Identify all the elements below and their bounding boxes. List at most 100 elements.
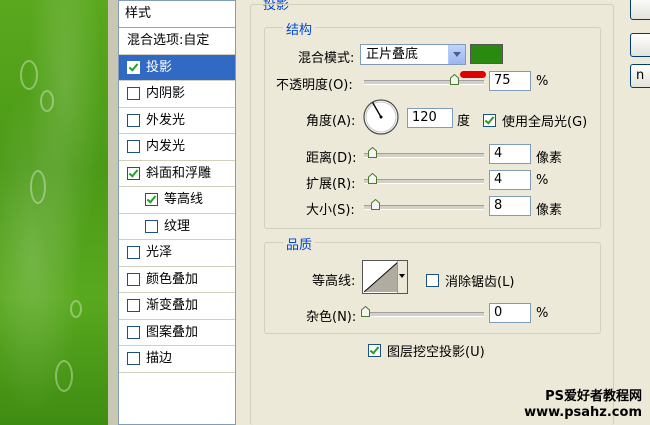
noise-input[interactable]: 0 bbox=[489, 303, 531, 323]
checkbox-icon[interactable] bbox=[127, 352, 140, 366]
canvas-texture bbox=[20, 60, 38, 90]
style-item[interactable]: 渐变叠加 bbox=[119, 293, 235, 320]
spread-slider[interactable] bbox=[364, 179, 484, 184]
size-slider-thumb[interactable] bbox=[371, 199, 380, 210]
ok-button[interactable] bbox=[630, 0, 650, 20]
opacity-slider[interactable] bbox=[364, 80, 484, 85]
watermark-line-2: www.psahz.com bbox=[524, 405, 642, 420]
size-input[interactable]: 8 bbox=[489, 196, 531, 216]
style-item[interactable]: 描边 bbox=[119, 346, 235, 373]
antialias-checkbox[interactable]: 消除锯齿(L) bbox=[426, 271, 514, 290]
styles-header[interactable]: 样式 bbox=[119, 1, 235, 28]
style-item[interactable]: 斜面和浮雕 bbox=[119, 161, 235, 187]
knockout-checkbox[interactable]: 图层挖空投影(U) bbox=[368, 341, 485, 360]
angle-unit: 度 bbox=[457, 114, 471, 129]
watermark: PS爱好者教程网 www.psahz.com bbox=[524, 389, 642, 421]
knockout-label: 图层挖空投影(U) bbox=[387, 345, 485, 360]
new-style-button-text: n bbox=[636, 68, 645, 83]
size-label: 大小(S): bbox=[306, 203, 355, 218]
spread-input[interactable]: 4 bbox=[489, 170, 531, 190]
distance-slider[interactable] bbox=[364, 153, 484, 158]
annotation-marker bbox=[460, 71, 486, 78]
style-item[interactable]: 纹理 bbox=[119, 214, 235, 240]
style-item-label: 光泽 bbox=[146, 245, 173, 261]
style-item-label: 颜色叠加 bbox=[146, 271, 199, 287]
chevron-down-icon[interactable] bbox=[448, 45, 465, 64]
opacity-input[interactable]: 75 bbox=[489, 71, 531, 91]
noise-slider-thumb[interactable] bbox=[361, 306, 370, 317]
watermark-line-1: PS爱好者教程网 bbox=[545, 389, 642, 404]
distance-unit: 像素 bbox=[536, 151, 563, 166]
checkbox-icon[interactable] bbox=[127, 140, 140, 154]
spread-label: 扩展(R): bbox=[306, 177, 356, 192]
style-item[interactable]: 外发光 bbox=[119, 108, 235, 134]
blend-mode-value: 正片叠底 bbox=[366, 47, 419, 62]
style-item[interactable]: 内阴影 bbox=[119, 81, 235, 108]
contour-preview-icon bbox=[364, 262, 398, 292]
cancel-button[interactable] bbox=[630, 33, 650, 57]
style-item-label: 内发光 bbox=[146, 139, 186, 155]
checkbox-icon[interactable] bbox=[368, 344, 381, 357]
checkbox-icon[interactable] bbox=[127, 246, 140, 260]
checkbox-icon[interactable] bbox=[127, 272, 140, 286]
checkbox-icon[interactable] bbox=[127, 299, 140, 313]
drop-shadow-panel: 投影 结构 混合模式: 正片叠底 不透明度(O): 75 % 角度(A): 12… bbox=[236, 0, 614, 425]
opacity-unit: % bbox=[536, 74, 549, 89]
style-item[interactable]: 颜色叠加 bbox=[119, 267, 235, 293]
checkbox-icon[interactable] bbox=[127, 325, 140, 339]
contour-picker[interactable] bbox=[362, 260, 408, 294]
size-slider[interactable] bbox=[364, 205, 484, 210]
style-item[interactable]: 投影 bbox=[119, 54, 235, 81]
checkbox-icon[interactable] bbox=[127, 166, 140, 180]
style-item-label: 投影 bbox=[146, 59, 173, 75]
style-item-label: 描边 bbox=[146, 351, 173, 367]
style-item-label: 图案叠加 bbox=[146, 324, 199, 340]
noise-label: 杂色(N): bbox=[306, 310, 357, 325]
checkbox-icon[interactable] bbox=[127, 60, 140, 74]
dialog-gutter bbox=[614, 0, 630, 425]
style-item-label: 渐变叠加 bbox=[146, 298, 199, 314]
style-item[interactable]: 等高线 bbox=[119, 187, 235, 214]
canvas-texture bbox=[30, 170, 46, 204]
blend-options-item[interactable]: 混合选项:自定 bbox=[119, 28, 235, 55]
opacity-label: 不透明度(O): bbox=[276, 78, 353, 93]
canvas-texture bbox=[40, 90, 54, 112]
angle-label: 角度(A): bbox=[306, 114, 356, 129]
checkbox-icon[interactable] bbox=[127, 113, 140, 127]
style-item-label: 内阴影 bbox=[146, 86, 186, 102]
distance-slider-thumb[interactable] bbox=[368, 147, 377, 158]
structure-legend: 结构 bbox=[283, 19, 316, 38]
noise-unit: % bbox=[536, 306, 549, 321]
quality-legend: 品质 bbox=[283, 234, 316, 253]
blend-mode-select[interactable]: 正片叠底 bbox=[360, 44, 466, 65]
spread-unit: % bbox=[536, 173, 549, 188]
canvas-texture bbox=[55, 360, 73, 392]
noise-slider[interactable] bbox=[364, 312, 484, 317]
opacity-slider-thumb[interactable] bbox=[450, 74, 459, 85]
styles-list: 样式 混合选项:自定 投影内阴影外发光内发光斜面和浮雕等高线纹理光泽颜色叠加渐变… bbox=[118, 0, 236, 425]
style-item-label: 斜面和浮雕 bbox=[146, 165, 212, 181]
antialias-label: 消除锯齿(L) bbox=[445, 275, 515, 290]
distance-label: 距离(D): bbox=[306, 151, 357, 166]
shadow-color-swatch[interactable] bbox=[470, 44, 503, 64]
style-item[interactable]: 内发光 bbox=[119, 134, 235, 161]
angle-dial-icon[interactable] bbox=[362, 98, 400, 136]
checkbox-icon[interactable] bbox=[145, 193, 158, 207]
style-item[interactable]: 光泽 bbox=[119, 240, 235, 267]
style-item-label: 等高线 bbox=[164, 192, 204, 208]
checkbox-icon[interactable] bbox=[145, 219, 158, 233]
checkbox-icon[interactable] bbox=[483, 114, 496, 127]
spread-slider-thumb[interactable] bbox=[368, 173, 377, 184]
checkbox-icon[interactable] bbox=[426, 274, 439, 287]
contour-label: 等高线: bbox=[312, 274, 356, 289]
size-unit: 像素 bbox=[536, 203, 563, 218]
style-item-label: 纹理 bbox=[164, 218, 191, 234]
new-style-button[interactable]: n bbox=[630, 64, 650, 88]
style-item-label: 外发光 bbox=[146, 112, 186, 128]
chevron-down-icon[interactable] bbox=[397, 261, 407, 293]
global-light-checkbox[interactable]: 使用全局光(G) bbox=[483, 111, 587, 130]
checkbox-icon[interactable] bbox=[127, 87, 140, 101]
distance-input[interactable]: 4 bbox=[489, 144, 531, 164]
angle-input[interactable]: 120 bbox=[407, 108, 453, 128]
style-item[interactable]: 图案叠加 bbox=[119, 320, 235, 346]
